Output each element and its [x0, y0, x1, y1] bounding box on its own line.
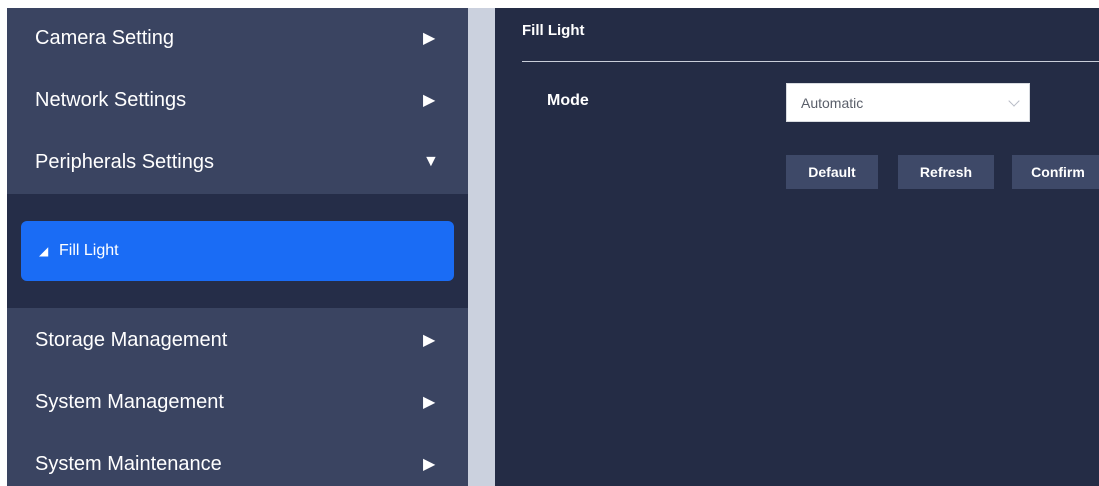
- sidebar-item-label: System Management: [35, 390, 224, 413]
- default-button[interactable]: Default: [786, 155, 878, 189]
- page-title: Fill Light: [522, 22, 585, 39]
- collapse-arrow-icon: ▼: [423, 153, 439, 170]
- confirm-button[interactable]: Confirm: [1012, 155, 1099, 189]
- sidebar-item-label: Network Settings: [35, 88, 187, 111]
- sidebar-item-label: Peripherals Settings: [35, 150, 214, 173]
- sidebar-item-label: System Maintenance: [35, 452, 222, 475]
- sidebar-item-network-settings[interactable]: Network Settings ▶: [7, 70, 468, 130]
- sidebar-item-system-management[interactable]: System Management ▶: [7, 372, 468, 432]
- mode-label: Mode: [547, 92, 589, 109]
- refresh-button[interactable]: Refresh: [898, 155, 994, 189]
- chevron-down-icon: [1008, 95, 1020, 107]
- active-marker-icon: ◢: [39, 244, 49, 258]
- mode-select[interactable]: Automatic: [786, 83, 1030, 122]
- sidebar-item-camera-setting[interactable]: Camera Setting ▶: [7, 8, 468, 68]
- peripherals-submenu: ◢ Fill Light: [7, 194, 468, 308]
- sidebar-item-label: Storage Management: [35, 328, 228, 351]
- expand-arrow-icon: ▶: [423, 394, 436, 411]
- sidebar-item-system-maintenance[interactable]: System Maintenance ▶: [7, 434, 468, 486]
- sidebar-item-label: Camera Setting: [35, 26, 174, 49]
- title-divider: [522, 61, 1099, 62]
- fill-light-panel: Fill Light Mode Automatic Default Refres…: [495, 8, 1099, 486]
- sidebar-item-peripherals-settings[interactable]: Peripherals Settings ▼: [7, 132, 468, 192]
- sidebar-menu: Camera Setting ▶ Network Settings ▶ Peri…: [7, 8, 468, 486]
- sidebar-item-label: Fill Light: [59, 242, 119, 259]
- expand-arrow-icon: ▶: [423, 92, 436, 109]
- sidebar-item-fill-light[interactable]: ◢ Fill Light: [21, 221, 454, 281]
- expand-arrow-icon: ▶: [423, 30, 436, 47]
- sidebar-item-storage-management[interactable]: Storage Management ▶: [7, 310, 468, 370]
- expand-arrow-icon: ▶: [423, 332, 436, 349]
- panel-divider: [468, 8, 495, 486]
- expand-arrow-icon: ▶: [423, 456, 436, 473]
- mode-select-value: Automatic: [801, 95, 864, 111]
